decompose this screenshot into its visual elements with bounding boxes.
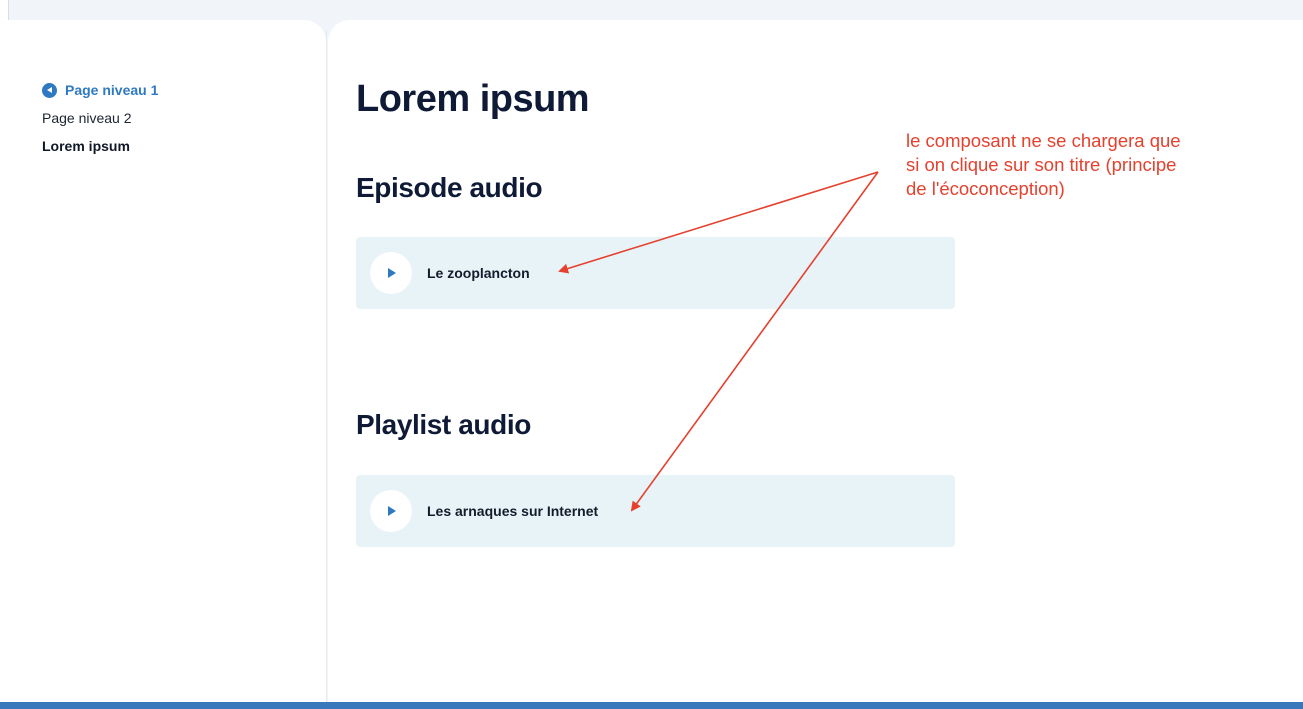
- nav-item-page-niveau-2[interactable]: Page niveau 2: [42, 110, 158, 128]
- sidebar-divider: [326, 30, 327, 702]
- playlist-audio-card[interactable]: Les arnaques sur Internet: [356, 475, 955, 547]
- back-link[interactable]: Page niveau 1: [42, 80, 158, 100]
- episode-audio-heading: Episode audio: [356, 172, 543, 203]
- play-icon[interactable]: [370, 490, 412, 532]
- nav-item-current: Lorem ipsum: [42, 138, 130, 154]
- main-content: [328, 20, 1303, 702]
- episode-title[interactable]: Le zooplancton: [427, 265, 530, 281]
- browser-canvas: Page niveau 1 Page niveau 2 Lorem ipsum …: [0, 0, 1303, 709]
- playlist-title[interactable]: Les arnaques sur Internet: [427, 503, 598, 519]
- annotation-line: si on clique sur son titre (principe: [906, 154, 1177, 175]
- chevron-left-circle-icon: [42, 82, 57, 98]
- episode-audio-card[interactable]: Le zooplancton: [356, 237, 955, 309]
- annotation-line: le composant ne se chargera que: [906, 130, 1181, 151]
- annotation-line: de l'écoconception): [906, 178, 1065, 199]
- page-title: Lorem ipsum: [356, 78, 590, 120]
- playlist-audio-heading: Playlist audio: [356, 409, 531, 440]
- play-icon[interactable]: [370, 252, 412, 294]
- back-link-label: Page niveau 1: [65, 82, 159, 98]
- footer-bar: [0, 702, 1303, 709]
- annotation-note: le composant ne se chargera que si on cl…: [906, 129, 1286, 201]
- breadcrumb-nav: Page niveau 1 Page niveau 2 Lorem ipsum: [42, 80, 158, 156]
